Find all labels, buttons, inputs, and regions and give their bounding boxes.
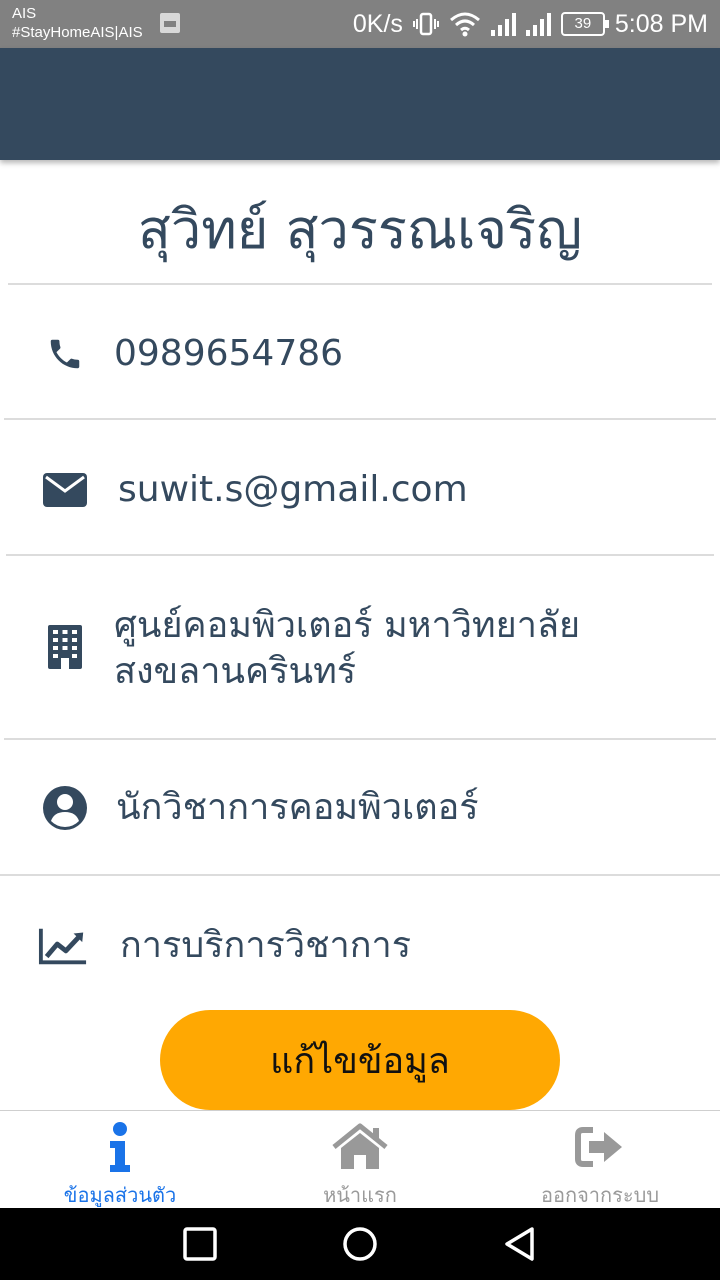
divider (0, 874, 720, 876)
organization-line-2: สงขลานครินทร์ (114, 651, 357, 692)
divider (8, 283, 712, 285)
status-icons: 0K/s 39 5:08 PM (353, 0, 708, 48)
carrier-name: AIS (12, 5, 37, 22)
clock: 5:08 PM (614, 9, 708, 38)
phone-icon (40, 335, 90, 373)
nav-label-home: หน้าแรก (323, 1183, 397, 1207)
envelope-icon (40, 472, 90, 508)
image-notification-icon (160, 13, 180, 33)
sign-out-icon (480, 1119, 720, 1175)
system-navigation-bar (0, 1208, 720, 1280)
department-name: การบริการวิชาการ (120, 925, 412, 966)
position-title: นักวิชาการคอมพิวเตอร์ (116, 787, 479, 828)
organization-line-1: ศูนย์คอมพิวเตอร์ มหาวิทยาลัย (114, 605, 581, 646)
nav-item-profile[interactable]: ข้อมูลส่วนตัว (0, 1111, 240, 1208)
position-row: นักวิชาการคอมพิวเตอร์ (0, 776, 720, 840)
divider (4, 418, 716, 420)
carrier-tag: #StayHomeAIS|AIS (12, 24, 143, 41)
phone-row: 0989654786 (0, 322, 720, 386)
edit-profile-button[interactable]: แก้ไขข้อมูล (160, 1010, 560, 1110)
nav-label-profile: ข้อมูลส่วนตัว (63, 1183, 177, 1207)
carrier-info: AIS #StayHomeAIS|AIS (12, 4, 143, 42)
signal-icon-sim2 (525, 12, 551, 36)
home-icon (240, 1119, 480, 1175)
line-chart-icon (38, 926, 88, 966)
nav-item-home[interactable]: หน้าแรก (240, 1111, 480, 1208)
department-row: การบริการวิชาการ (0, 914, 720, 978)
bottom-navigation: ข้อมูลส่วนตัว หน้าแรก ออกจากระบบ (0, 1110, 720, 1208)
wifi-icon (449, 12, 480, 37)
organization-name: ศูนย์คอมพิวเตอร์ มหาวิทยาลัย สงขลานครินท… (114, 603, 580, 695)
organization-row: ศูนย์คอมพิวเตอร์ มหาวิทยาลัย สงขลานครินท… (0, 603, 720, 695)
back-icon[interactable] (502, 1226, 538, 1262)
home-button-icon[interactable] (342, 1226, 378, 1262)
phone-number: 0989654786 (114, 333, 344, 374)
network-speed: 0K/s (352, 9, 403, 38)
app-bar (0, 48, 720, 160)
recent-apps-icon[interactable] (182, 1226, 218, 1262)
profile-name: สุวิทย์ สุวรรณเจริญ (137, 198, 583, 261)
email-address: suwit.s@gmail.com (118, 469, 468, 510)
email-row: suwit.s@gmail.com (0, 458, 720, 522)
divider (4, 738, 716, 740)
user-circle-icon (40, 785, 90, 831)
vibrate-icon (412, 12, 439, 36)
nav-item-logout[interactable]: ออกจากระบบ (480, 1111, 720, 1208)
info-icon (0, 1119, 240, 1175)
battery-icon: 39 (560, 12, 609, 36)
divider (6, 554, 714, 556)
building-icon (40, 625, 90, 669)
signal-icon-sim1 (490, 12, 516, 36)
status-bar: AIS #StayHomeAIS|AIS 0K/s 39 5:08 PM (0, 0, 720, 48)
nav-label-logout: ออกจากระบบ (540, 1183, 660, 1207)
